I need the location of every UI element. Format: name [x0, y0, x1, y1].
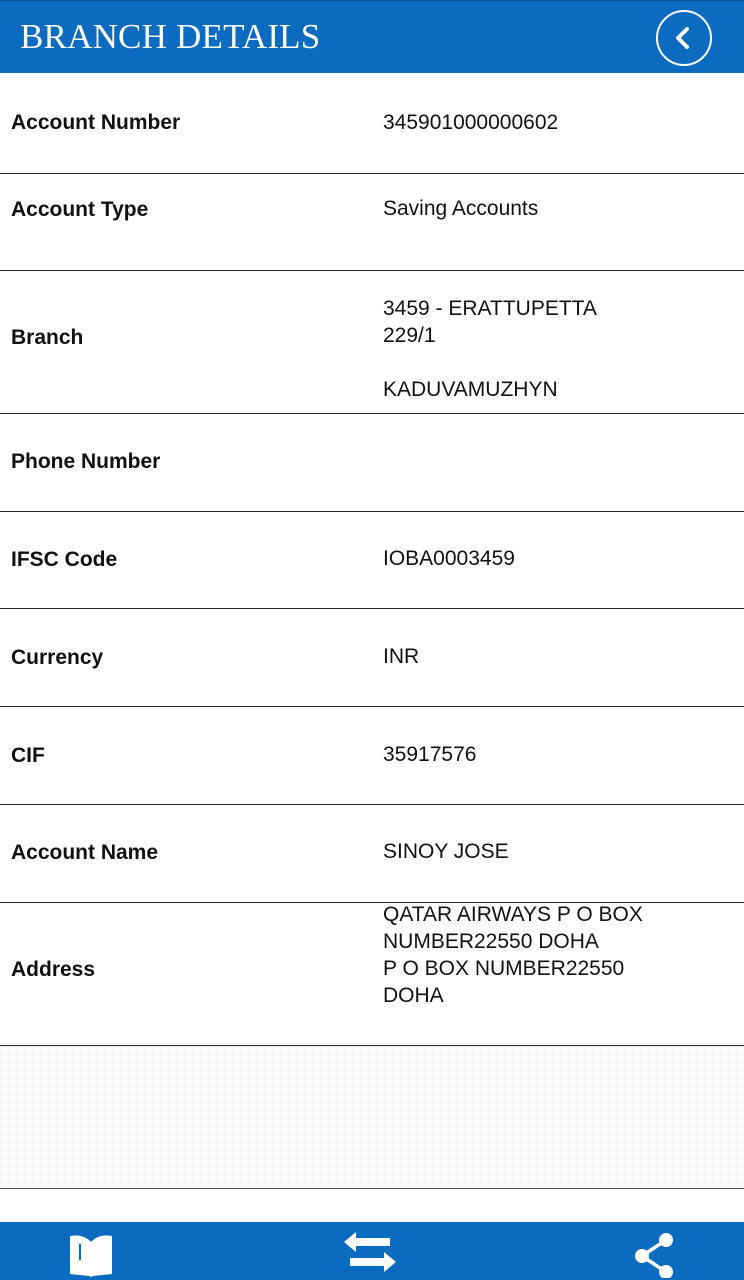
app-header: BRANCH DETAILS — [0, 0, 744, 73]
currency-value: INR — [383, 645, 420, 668]
address-value: QATAR AIRWAYS P O BOX NUMBER22550 DOHA P… — [383, 903, 643, 1007]
share-icon — [635, 1233, 673, 1278]
back-button[interactable] — [656, 10, 712, 66]
detail-row-account-type: Account Type Saving Accounts — [0, 174, 744, 271]
phone-number-label: Phone Number — [11, 450, 161, 473]
branch-label: Branch — [11, 326, 84, 349]
detail-row-phone-number: Phone Number — [0, 414, 744, 512]
cif-label: CIF — [11, 744, 45, 767]
account-name-value: SINOY JOSE — [383, 840, 509, 863]
account-number-label: Account Number — [11, 111, 181, 134]
detail-row-currency: Currency INR — [0, 609, 744, 707]
ifsc-code-value: IOBA0003459 — [383, 547, 515, 570]
bottom-toolbar — [0, 1222, 744, 1280]
book-button[interactable] — [63, 1230, 119, 1280]
currency-label: Currency — [11, 646, 104, 669]
empty-content-area — [0, 1046, 744, 1189]
account-type-value: Saving Accounts — [383, 197, 539, 220]
book-icon — [70, 1235, 112, 1277]
detail-row-account-name: Account Name SINOY JOSE — [0, 805, 744, 903]
account-number-value: 345901000000602 — [383, 111, 559, 134]
detail-row-address: Address QATAR AIRWAYS P O BOX NUMBER2255… — [0, 903, 744, 1046]
transfer-icon — [344, 1232, 396, 1272]
share-button[interactable] — [626, 1230, 682, 1280]
branch-value: 3459 - ERATTUPETTA 229/1 KADUVAMUZHYN — [383, 297, 597, 401]
account-type-label: Account Type — [11, 198, 149, 221]
ifsc-code-label: IFSC Code — [11, 548, 118, 571]
cif-value: 35917576 — [383, 743, 477, 766]
page-title: BRANCH DETAILS — [20, 17, 321, 56]
detail-row-branch: Branch 3459 - ERATTUPETTA 229/1 KADUVAMU… — [0, 271, 744, 414]
detail-row-account-number: Account Number 345901000000602 — [0, 73, 744, 174]
transfer-button[interactable] — [342, 1230, 398, 1280]
detail-row-ifsc-code: IFSC Code IOBA0003459 — [0, 512, 744, 609]
detail-row-cif: CIF 35917576 — [0, 707, 744, 805]
account-name-label: Account Name — [11, 841, 159, 864]
chevron-left-icon — [676, 27, 689, 49]
address-label: Address — [11, 958, 96, 981]
